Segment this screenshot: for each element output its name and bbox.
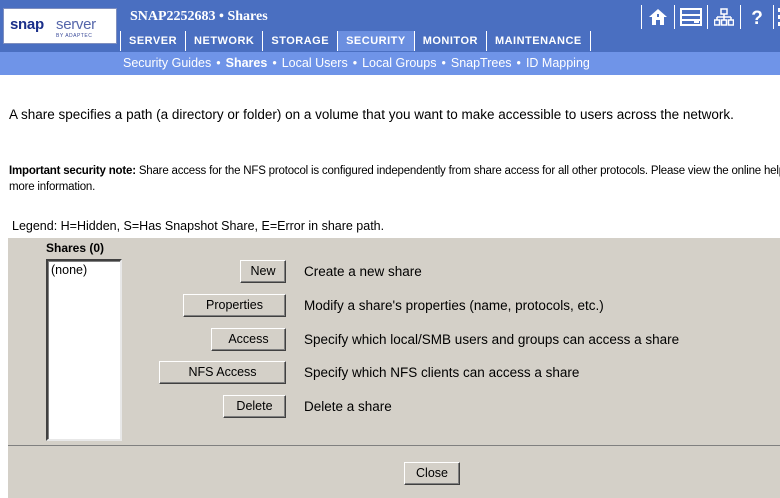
tabs-divider xyxy=(589,31,591,51)
subnav-snaptrees[interactable]: SnapTrees xyxy=(451,56,512,70)
top-icon-bar: ? xyxy=(641,5,780,29)
properties-description: Modify a share's properties (name, proto… xyxy=(304,298,604,313)
delete-button[interactable]: Delete xyxy=(223,395,286,418)
subnav-separator: • xyxy=(441,56,446,70)
tab-server[interactable]: SERVER xyxy=(120,31,185,51)
subnav-shares[interactable]: Shares xyxy=(226,56,268,70)
subnav-separator: • xyxy=(272,56,277,70)
tab-network[interactable]: NETWORK xyxy=(185,31,262,51)
list-item[interactable]: (none) xyxy=(51,263,117,277)
subnav-local-users[interactable]: Local Users xyxy=(282,56,348,70)
access-button[interactable]: Access xyxy=(211,328,286,351)
tab-monitor[interactable]: MONITOR xyxy=(413,31,486,51)
shares-list-label: Shares (0) xyxy=(46,241,105,255)
properties-button[interactable]: Properties xyxy=(183,294,286,317)
security-note: Important security note: Share access fo… xyxy=(9,163,780,195)
logo-brand-bold: snap xyxy=(10,16,44,33)
help-icon[interactable]: ? xyxy=(740,5,773,29)
shares-listbox[interactable]: (none) xyxy=(46,259,122,441)
page-title: SNAP2252683 • Shares xyxy=(130,9,268,24)
app-header: snap server BY ADAPTEC SNAP2252683 • Sha… xyxy=(0,0,780,52)
close-button[interactable]: Close xyxy=(404,462,460,485)
svg-text:?: ? xyxy=(751,8,763,27)
sub-navigation: Security Guides • Shares • Local Users • Local… xyxy=(0,52,780,75)
snapserver-logo: snap server BY ADAPTEC xyxy=(3,8,117,44)
security-note-heading: Important security note: xyxy=(9,165,136,177)
panel-divider xyxy=(8,445,780,446)
delete-description: Delete a share xyxy=(304,399,392,414)
subnav-id-mapping[interactable]: ID Mapping xyxy=(526,56,590,70)
sitemap-icon[interactable] xyxy=(707,5,740,29)
subnav-local-groups[interactable]: Local Groups xyxy=(362,56,436,70)
tab-maintenance[interactable]: MAINTENANCE xyxy=(485,31,590,51)
title-bar: SNAP2252683 • Shares xyxy=(123,4,628,30)
nfs-access-description: Specify which NFS clients can access a s… xyxy=(304,365,580,380)
shares-panel: Shares (0) (none) New Create a new share… xyxy=(8,238,780,498)
new-description: Create a new share xyxy=(304,264,422,279)
legend-text: Legend: H=Hidden, S=Has Snapshot Share, … xyxy=(12,219,385,233)
home-icon[interactable] xyxy=(641,5,674,29)
subnav-separator: • xyxy=(516,56,521,70)
new-button[interactable]: New xyxy=(240,260,286,283)
subnav-separator: • xyxy=(216,56,221,70)
server-list-icon[interactable] xyxy=(674,5,707,29)
main-tabs: SERVER NETWORK STORAGE SECURITY MONITOR … xyxy=(120,30,591,52)
tab-security[interactable]: SECURITY xyxy=(337,31,414,51)
nfs-access-button[interactable]: NFS Access xyxy=(159,361,286,384)
tab-storage[interactable]: STORAGE xyxy=(262,31,337,51)
logo-subtitle: BY ADAPTEC xyxy=(56,33,93,39)
subnav-security-guides[interactable]: Security Guides xyxy=(123,56,211,70)
intro-text: A share specifies a path (a directory or… xyxy=(9,107,734,122)
logo-brand-light: server xyxy=(56,16,96,33)
access-description: Specify which local/SMB users and groups… xyxy=(304,332,680,347)
data-icon[interactable] xyxy=(773,5,780,29)
subnav-separator: • xyxy=(352,56,358,70)
